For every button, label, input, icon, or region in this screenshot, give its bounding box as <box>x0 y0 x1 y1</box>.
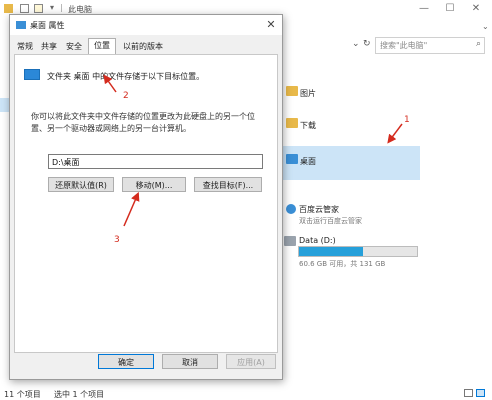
annotation-arrow-1 <box>387 123 403 144</box>
annotation-arrows <box>103 74 403 227</box>
annotation-arrow-3 <box>123 191 140 227</box>
annotation-arrow-2 <box>103 74 117 93</box>
